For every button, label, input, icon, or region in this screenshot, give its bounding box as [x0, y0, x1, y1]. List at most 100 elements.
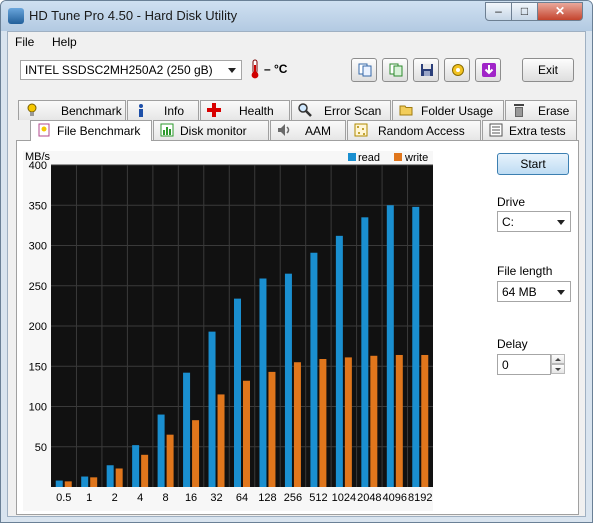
- tab-random-access[interactable]: Random Access: [347, 120, 481, 140]
- menu-help[interactable]: Help: [52, 35, 77, 49]
- tab-file-benchmark[interactable]: File Benchmark: [30, 120, 152, 141]
- file-length-label: File length: [497, 264, 553, 278]
- y-axis-label: MB/s: [25, 151, 51, 163]
- tab-benchmark[interactable]: Benchmark: [18, 100, 126, 120]
- random-access-icon: [354, 123, 368, 137]
- bar-read-64: [234, 298, 241, 487]
- drive-dropdown[interactable]: INTEL SSDSC2MH250A2 (250 gB): [20, 60, 242, 80]
- save-icon: [421, 64, 433, 76]
- benchmark-chart: 50100150200250300350400 0.5 1 2 4 8 16 32 64 128…: [23, 151, 433, 511]
- y-tick-label: 50: [35, 442, 47, 454]
- copy-info-button[interactable]: [351, 58, 377, 82]
- drive-label: Drive: [497, 195, 526, 209]
- tab-info[interactable]: Info: [127, 100, 199, 120]
- bar-read-8: [157, 414, 165, 487]
- x-tick-label: 1024: [332, 492, 356, 504]
- bar-write-128: [268, 371, 276, 487]
- legend-swatch-read: [348, 153, 356, 161]
- x-tick-label: 1: [86, 492, 92, 504]
- delay-input[interactable]: 0: [497, 354, 551, 375]
- bar-read-2: [106, 465, 114, 487]
- maximize-button[interactable]: □: [511, 2, 538, 21]
- copy-screenshot-button[interactable]: [382, 58, 408, 82]
- chevron-down-icon: [228, 68, 236, 73]
- tab-aam[interactable]: AAM: [270, 120, 346, 140]
- x-tick-label: 64: [236, 492, 248, 504]
- legend-label-write: write: [404, 152, 428, 164]
- download-button[interactable]: [475, 58, 501, 82]
- bar-read-1024: [335, 235, 343, 487]
- erase-icon: [514, 104, 524, 117]
- exit-button[interactable]: Exit: [522, 58, 574, 82]
- x-tick-label: 512: [309, 492, 327, 504]
- bar-write-4: [141, 454, 149, 487]
- bar-write-64: [243, 380, 250, 487]
- aam-icon: [278, 124, 290, 136]
- stepper-down-icon[interactable]: [551, 364, 565, 374]
- bar-write-2: [115, 468, 123, 487]
- chevron-down-icon: [557, 220, 565, 225]
- bar-read-4096: [386, 205, 394, 487]
- x-tick-label: 256: [284, 492, 302, 504]
- bar-write-4096: [395, 354, 403, 487]
- folder-icon: [399, 105, 413, 116]
- x-tick-label: 2048: [357, 492, 381, 504]
- drive-letter-dropdown[interactable]: C:: [497, 211, 571, 232]
- delay-label: Delay: [497, 337, 528, 351]
- drive-dropdown-value: INTEL SSDSC2MH250A2 (250 gB): [25, 63, 213, 77]
- y-tick-label: 200: [29, 321, 47, 333]
- bar-read-512: [310, 252, 318, 487]
- stepper-up-icon[interactable]: [551, 354, 565, 364]
- x-tick-label: 8192: [408, 492, 432, 504]
- tab-erase[interactable]: Erase: [505, 100, 577, 120]
- tab-health[interactable]: Health: [200, 100, 290, 120]
- tab-folder-usage[interactable]: Folder Usage: [392, 100, 504, 120]
- client-area: File Help INTEL SSDSC2MH250A2 (250 gB) –…: [7, 31, 586, 517]
- benchmark-icon: [27, 103, 37, 116]
- health-icon: [207, 103, 221, 117]
- extra-tests-icon: [489, 123, 503, 137]
- y-tick-label: 250: [29, 281, 47, 293]
- file-length-dropdown[interactable]: 64 MB: [497, 281, 571, 302]
- app-icon: [8, 8, 24, 24]
- thermometer-icon: [251, 59, 259, 79]
- x-tick-label: 2: [112, 492, 118, 504]
- y-tick-label: 100: [29, 402, 47, 414]
- bar-write-8192: [421, 354, 429, 487]
- title-bar[interactable]: HD Tune Pro 4.50 - Hard Disk Utility – □…: [1, 1, 592, 31]
- y-tick-label: 300: [29, 241, 47, 253]
- chart-legend: read write: [348, 152, 428, 164]
- chevron-down-icon: [557, 290, 565, 295]
- legend-label-read: read: [358, 152, 380, 164]
- tab-extra-tests[interactable]: Extra tests: [482, 120, 577, 140]
- copy-screenshot-icon: [389, 63, 403, 77]
- menu-file[interactable]: File: [15, 35, 34, 49]
- error-scan-icon: [298, 103, 312, 117]
- bar-write-512: [319, 359, 327, 487]
- drive-letter-value: C:: [502, 215, 514, 229]
- x-tick-label: 4: [137, 492, 143, 504]
- settings-pane: Start Drive C: File length 64 MB Delay 0: [491, 141, 581, 511]
- bar-read-16: [183, 372, 191, 487]
- x-tick-label: 16: [185, 492, 197, 504]
- file-length-value: 64 MB: [502, 285, 537, 299]
- tab-disk-monitor[interactable]: Disk monitor: [153, 120, 269, 140]
- info-icon: [139, 104, 143, 117]
- close-button[interactable]: ✕: [537, 2, 583, 21]
- file-benchmark-icon: [38, 123, 50, 137]
- delay-stepper: [551, 354, 565, 375]
- bar-read-32: [208, 331, 216, 487]
- bar-read-128: [259, 278, 267, 487]
- window-title: HD Tune Pro 4.50 - Hard Disk Utility: [29, 8, 238, 23]
- tab-row-top: Benchmark Info Health Error Scan Folder …: [16, 100, 579, 120]
- y-tick-label: 150: [29, 361, 47, 373]
- bar-write-256: [293, 362, 301, 487]
- minimize-button[interactable]: –: [485, 2, 512, 21]
- bar-write-8: [166, 434, 174, 487]
- tab-error-scan[interactable]: Error Scan: [291, 100, 391, 120]
- start-button[interactable]: Start: [497, 153, 569, 175]
- y-tick-label: 350: [29, 200, 47, 212]
- bar-write-0.5: [64, 481, 72, 487]
- save-button[interactable]: [413, 58, 439, 82]
- options-button[interactable]: [444, 58, 470, 82]
